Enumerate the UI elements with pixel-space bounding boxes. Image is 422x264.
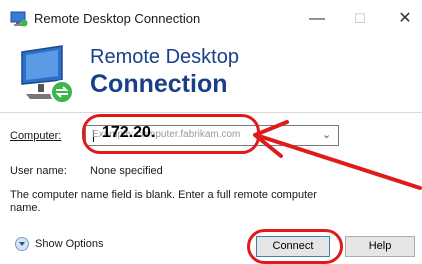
help-button[interactable]: Help [345,236,415,257]
annotation-circle-connect [247,229,343,264]
title-bar: Remote Desktop Connection — ☐ ✕ [0,0,422,38]
username-value: None specified [90,165,163,177]
maximize-button[interactable]: ☐ [340,5,380,33]
close-button[interactable]: ✕ [385,5,422,33]
divider [0,112,422,113]
show-options-label[interactable]: Show Options [35,238,103,250]
remote-desktop-icon [10,11,28,27]
window-title: Remote Desktop Connection [34,11,201,26]
minimize-button[interactable]: — [297,5,337,33]
computer-label: Computer: [10,130,62,142]
banner-title-line1: Remote Desktop [90,46,239,68]
expand-options-icon[interactable] [15,237,29,251]
username-label: User name: [10,165,67,177]
remote-desktop-logo [21,45,74,104]
banner-title-line2: Connection [90,70,228,98]
annotation-circle-computer [82,114,260,154]
header-banner: Remote Desktop Connection [0,38,422,112]
annotation-arrow [253,120,422,190]
